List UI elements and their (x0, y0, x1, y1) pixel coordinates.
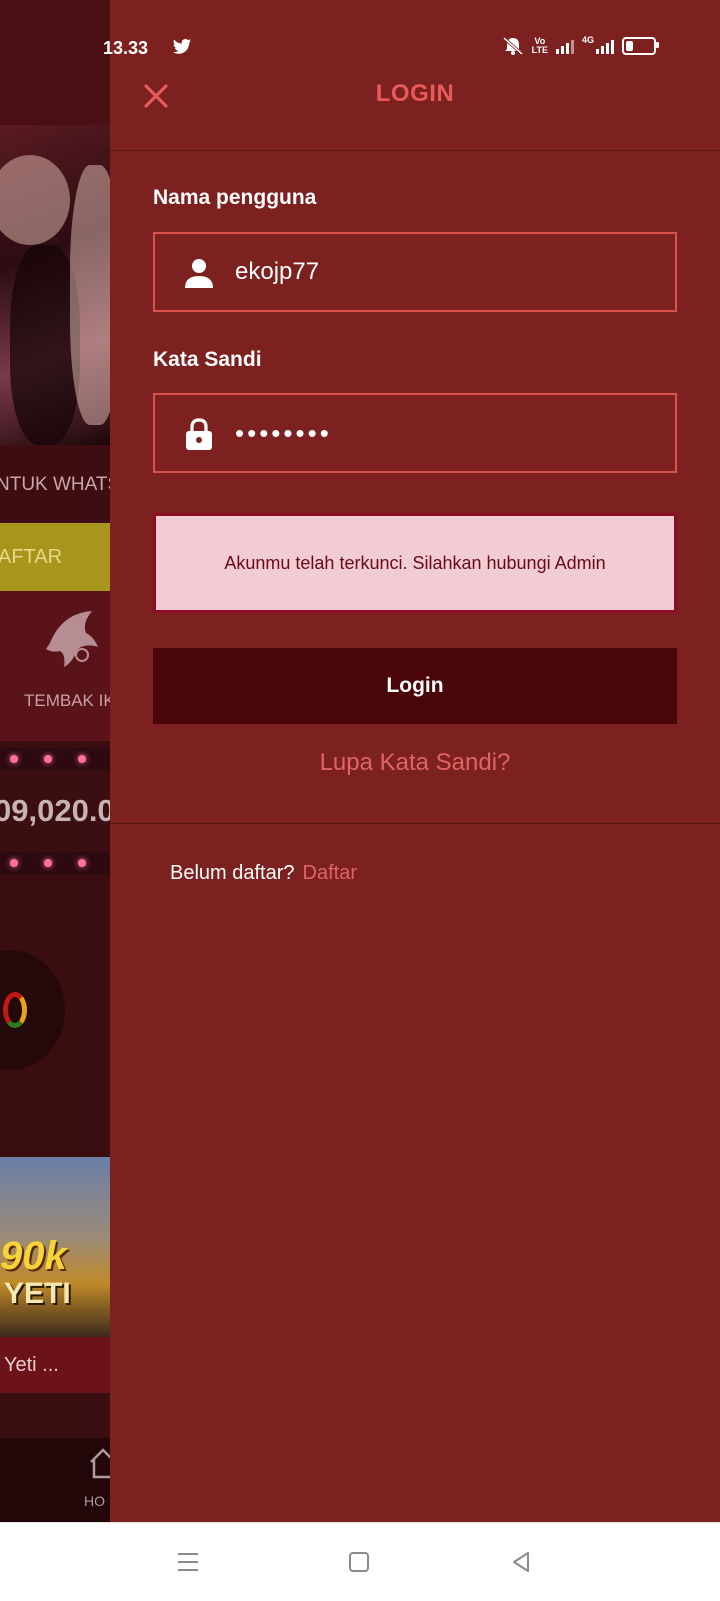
password-field[interactable] (153, 393, 677, 473)
status-bar: 13.33 Vo LTE 4G (103, 0, 720, 70)
register-prompt-text: Belum daftar? (170, 862, 295, 884)
register-link[interactable]: Daftar (303, 862, 357, 884)
register-prompt: Belum daftar? Daftar (170, 862, 357, 885)
battery-icon (622, 37, 659, 55)
background-app: NTUK WHATSA AFTAR TEMBAK IKAN 09,020.0 9… (0, 0, 110, 1522)
status-time: 13.33 (103, 38, 149, 58)
status-icons: Vo LTE 4G (502, 35, 659, 56)
password-input[interactable] (235, 395, 655, 471)
background-jackpot: 09,020.0 (0, 772, 110, 850)
forgot-password-link[interactable]: Lupa Kata Sandi? (110, 749, 720, 777)
network-type: 4G (581, 35, 594, 45)
drawer-title: LOGIN (375, 80, 455, 107)
login-drawer: LOGIN Nama pengguna Kata Sandi Akunmu te… (110, 0, 720, 1522)
divider (110, 823, 720, 824)
background-game-thumbnail: 90k YETI (0, 1157, 110, 1337)
login-button[interactable]: Login (153, 648, 677, 724)
twitter-icon (172, 38, 192, 54)
back-triangle-icon[interactable] (508, 1549, 534, 1575)
background-category-tile: TEMBAK IKAN (0, 591, 110, 741)
system-nav-bar (0, 1522, 720, 1601)
shark-icon (46, 611, 98, 667)
home-square-icon[interactable] (346, 1549, 372, 1575)
home-icon (90, 1448, 110, 1479)
signal-icon (596, 38, 614, 54)
username-input[interactable] (235, 234, 655, 310)
background-marquee: NTUK WHATSA (0, 445, 110, 525)
background-lights (0, 852, 110, 874)
background-game-title: Yeti ... (0, 1337, 110, 1393)
background-header (0, 0, 110, 125)
volte-indicator: Vo LTE (531, 36, 548, 55)
user-icon (185, 259, 213, 288)
username-field[interactable] (153, 232, 677, 312)
menu-icon[interactable] (175, 1549, 201, 1575)
background-register-button: AFTAR (0, 523, 110, 591)
lock-icon (186, 418, 212, 450)
password-label: Kata Sandi (153, 348, 262, 371)
background-bottom-nav: HO (0, 1438, 110, 1522)
username-label: Nama pengguna (153, 186, 317, 209)
mute-bell-icon (502, 36, 523, 56)
background-lights (0, 748, 110, 770)
error-message: Akunmu telah terkunci. Silahkan hubungi … (153, 513, 677, 613)
background-banner-image (0, 125, 110, 445)
signal-icon (555, 38, 574, 54)
